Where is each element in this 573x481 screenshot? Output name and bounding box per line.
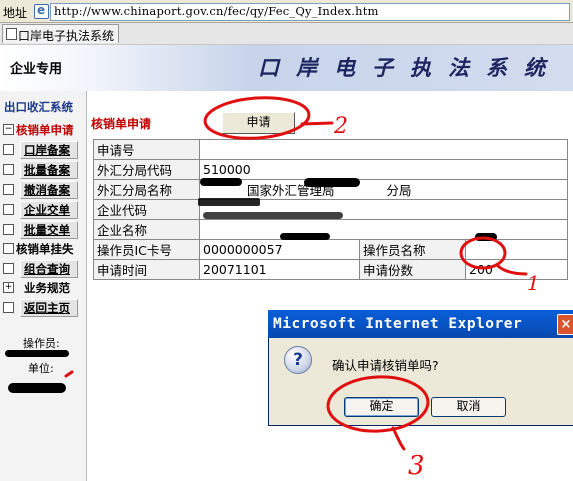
annotation-circle-count bbox=[459, 236, 507, 270]
annotation-number-3: 3 bbox=[408, 451, 425, 481]
annotation-circle-apply bbox=[203, 96, 311, 140]
annotation-overlay: 2 1 3 bbox=[64, 96, 540, 481]
annotation-number-1: 1 bbox=[527, 271, 540, 295]
annotation-number-2: 2 bbox=[333, 114, 348, 139]
annotation-line-1 bbox=[496, 264, 528, 276]
annotation-line-3 bbox=[391, 426, 406, 451]
annotation-circle-ok bbox=[326, 375, 430, 433]
annotation-line-2 bbox=[300, 121, 334, 126]
annotation-tick bbox=[64, 370, 74, 378]
